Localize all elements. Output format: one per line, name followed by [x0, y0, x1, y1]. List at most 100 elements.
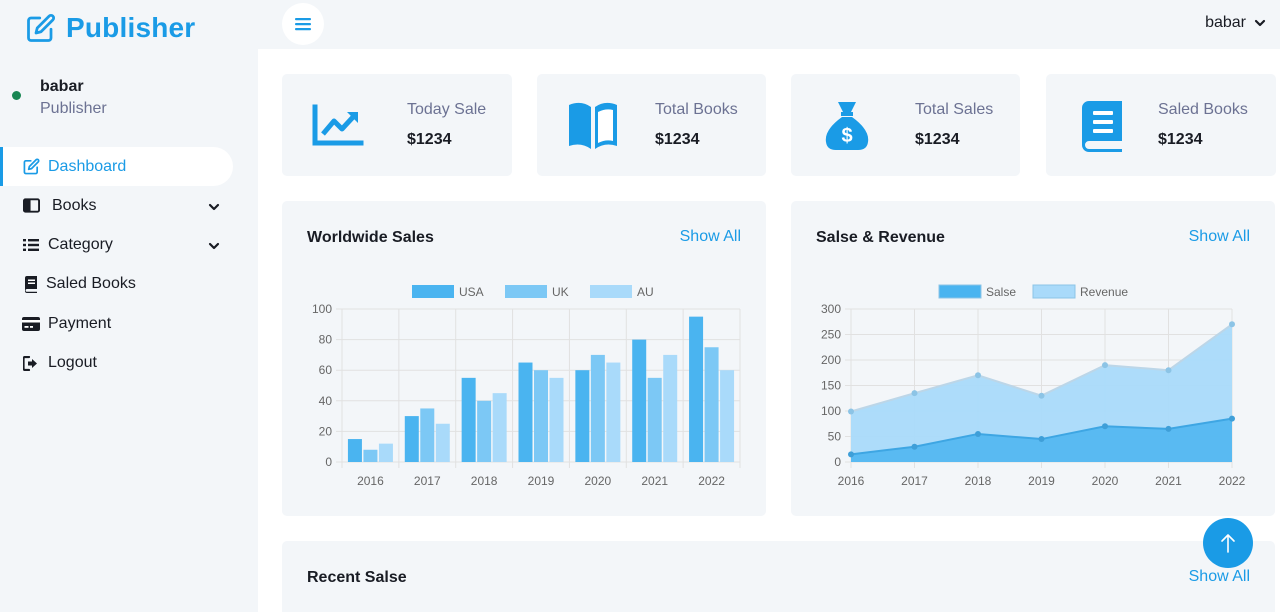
bar: [720, 370, 735, 462]
bar: [606, 362, 621, 462]
stat-card-total-books: Total Books $1234: [537, 74, 766, 176]
sidebar-item-label: Saled Books: [46, 275, 136, 293]
menu-toggle-button[interactable]: [282, 3, 324, 45]
bar: [689, 316, 704, 462]
main-content: Today Sale $1234 Total Books $1234 $ Tot…: [258, 49, 1280, 612]
x-tick-label: 2018: [965, 474, 992, 488]
bar: [590, 354, 605, 462]
user-role: Publisher: [40, 100, 107, 117]
book-icon: [22, 197, 40, 215]
bar: [363, 449, 378, 462]
sales-revenue-card: Salse & Revenue Show All 0 50 100 150 200 250…: [791, 201, 1275, 516]
x-tick-label: 2017: [414, 474, 441, 488]
open-book-icon: [565, 98, 621, 154]
y-tick-label: 20: [319, 424, 333, 438]
x-tick-label: 2019: [1028, 474, 1055, 488]
bar: [534, 370, 548, 462]
list-icon: [22, 236, 40, 254]
y-tick-label: 100: [312, 302, 332, 316]
worldwide-sales-chart: 0 20 40 60 80 100 2016 2017 2018 2019 2020 2021 2022…: [312, 285, 741, 488]
data-point: [1038, 436, 1045, 443]
online-status-dot: [12, 91, 21, 100]
chevron-down-icon: [208, 243, 220, 250]
back-to-top-button[interactable]: [1203, 518, 1253, 568]
stat-card-today-sale: Today Sale $1234: [282, 74, 512, 176]
stat-value: $1234: [1158, 131, 1203, 148]
user-name: babar: [40, 78, 84, 95]
topbar-user-name: babar: [1205, 14, 1246, 31]
recent-sales-card: Recent Salse Show All: [282, 541, 1275, 612]
x-tick-label: 2019: [528, 474, 555, 488]
arrow-up-icon: [1221, 534, 1235, 553]
sales-revenue-chart: 0 50 100 150 200 250 300 2016 2017 2018 2019 2020 20…: [821, 284, 1246, 488]
data-point: [1229, 415, 1235, 422]
bar: [435, 423, 450, 462]
topbar: babar: [258, 0, 1280, 49]
credit-card-icon: [22, 315, 40, 333]
bar: [632, 339, 647, 462]
sidebar-item-logout[interactable]: Logout: [0, 344, 258, 383]
data-point: [911, 390, 918, 397]
edit-icon: [22, 158, 40, 176]
chevron-down-icon: [208, 203, 220, 211]
sidebar-nav: Dashboard Books Category Saled Books Pay…: [0, 147, 258, 383]
sidebar: Publisher babar Publisher Dashboard Book…: [0, 0, 258, 612]
data-point: [1165, 367, 1172, 374]
stat-card-total-sales: $ Total Sales $1234: [791, 74, 1020, 176]
card-title: Recent Salse: [307, 569, 407, 586]
y-tick-label: 250: [821, 328, 841, 342]
user-menu-dropdown[interactable]: babar: [1205, 14, 1266, 32]
edit-icon: [27, 13, 56, 42]
bar: [575, 370, 590, 462]
sidebar-item-dashboard[interactable]: Dashboard: [0, 147, 233, 186]
stat-label: Saled Books: [1158, 101, 1248, 118]
x-tick-label: 2022: [698, 474, 725, 488]
legend-swatch: [1032, 284, 1076, 299]
bar: [477, 400, 492, 462]
bar: [704, 347, 719, 462]
legend-swatch: [412, 285, 454, 298]
bar: [461, 377, 476, 462]
data-point: [848, 408, 854, 415]
bar: [347, 439, 362, 462]
brand-logo[interactable]: Publisher: [26, 12, 195, 44]
svg-text:$: $: [841, 125, 852, 147]
bar: [647, 377, 662, 462]
y-tick-label: 0: [325, 455, 332, 469]
stat-value: $1234: [655, 131, 700, 148]
worldwide-sales-card: Worldwide Sales Show All 0 20 40 60 80 100 201…: [282, 201, 766, 516]
legend-swatch: [590, 285, 632, 298]
sign-out-icon: [22, 354, 40, 372]
data-point: [975, 430, 981, 437]
y-tick-label: 50: [828, 430, 842, 444]
chevron-down-icon: [1254, 19, 1266, 27]
legend-swatch: [938, 284, 982, 299]
bar: [420, 408, 435, 462]
sidebar-item-category[interactable]: Category: [0, 225, 258, 264]
sidebar-item-books[interactable]: Books: [0, 186, 258, 225]
bar: [378, 443, 393, 462]
show-all-link[interactable]: Show All: [1189, 568, 1250, 586]
sidebar-item-label: Payment: [48, 314, 112, 332]
data-point: [1229, 321, 1235, 328]
data-point: [911, 443, 918, 450]
bar: [663, 354, 678, 462]
bar: [549, 377, 564, 462]
data-point: [848, 451, 854, 458]
book-solid-icon: [22, 275, 40, 293]
data-point: [1165, 425, 1172, 432]
sidebar-item-label: Dashboard: [48, 157, 127, 175]
sidebar-item-payment[interactable]: Payment: [0, 304, 258, 343]
legend-label: Salse: [986, 285, 1016, 299]
legend-label: USA: [459, 285, 484, 299]
bar: [492, 393, 507, 462]
x-tick-label: 2017: [901, 474, 928, 488]
hamburger-icon: [295, 18, 311, 31]
stat-value: $1234: [915, 131, 960, 148]
y-tick-label: 40: [319, 394, 333, 408]
stat-value: $1234: [407, 131, 452, 148]
data-point: [1102, 362, 1108, 369]
sidebar-item-saled-books[interactable]: Saled Books: [0, 265, 258, 304]
legend-label: AU: [637, 285, 654, 299]
chart-line-icon: [310, 98, 366, 154]
